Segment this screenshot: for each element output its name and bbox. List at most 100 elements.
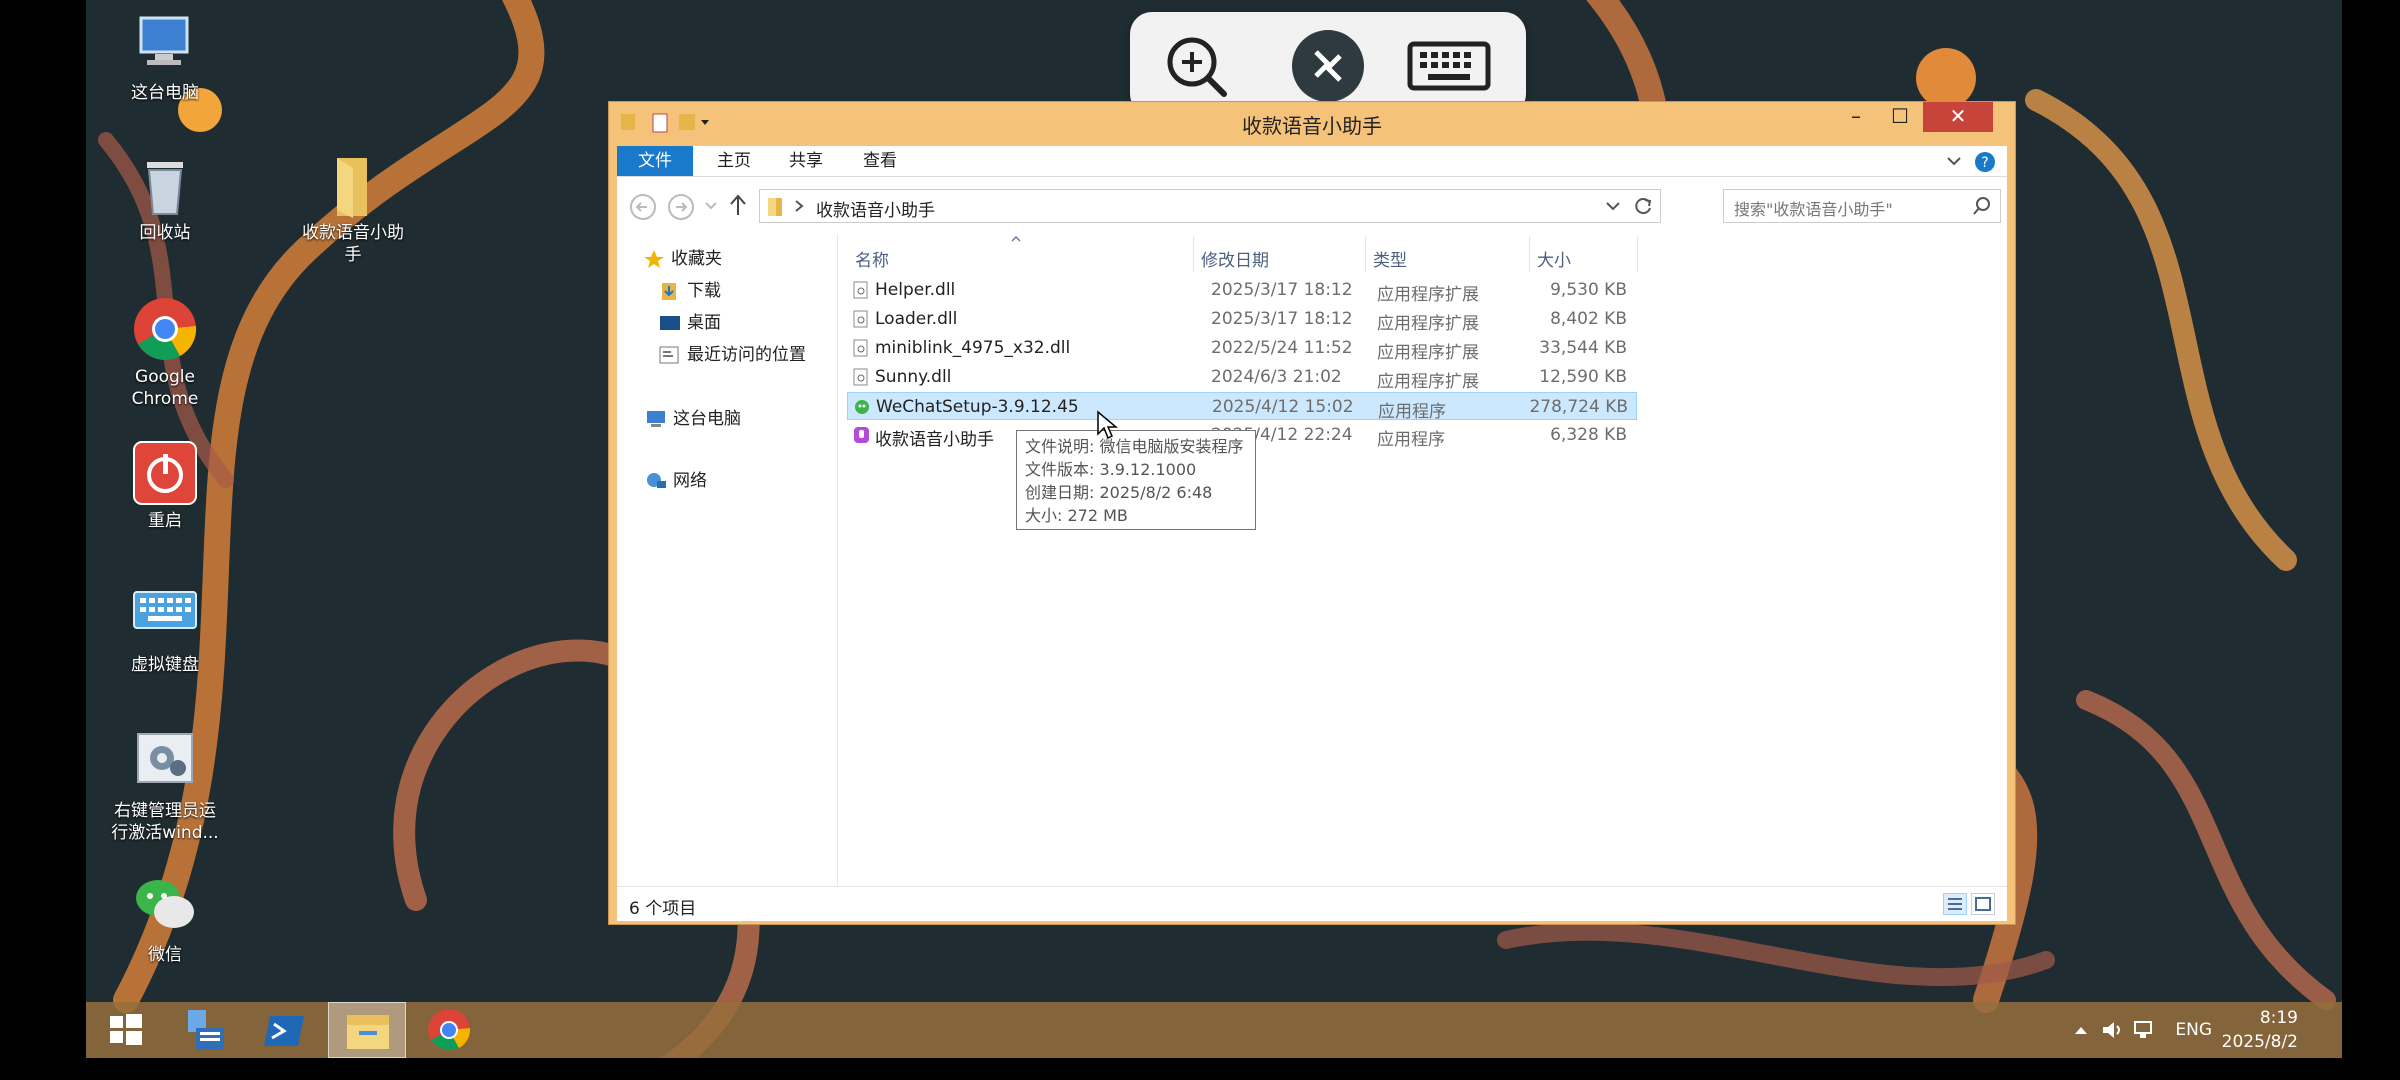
address-path: 收款语音小助手 <box>816 201 935 221</box>
file-name: Sunny.dll <box>875 367 952 387</box>
item-count: 6 个项目 <box>629 899 697 919</box>
app-file-icon <box>854 427 869 443</box>
volume-icon[interactable] <box>2100 1018 2124 1042</box>
file-name: 收款语音小助手 <box>875 430 994 450</box>
file-type: 应用程序扩展 <box>1377 343 1479 363</box>
file-type: 应用程序 <box>1377 430 1445 450</box>
ribbon-expand-icon[interactable] <box>1947 156 1961 166</box>
column-header-name[interactable]: 名称 <box>855 246 889 271</box>
powershell-icon <box>264 1016 304 1046</box>
dll-file-icon <box>853 281 868 299</box>
desktop: 这台电脑 回收站 收款语音小助手 Google Chrome 重启 虚拟键盘 右… <box>86 0 2342 1058</box>
show-hidden-icons-icon[interactable] <box>2074 1024 2088 1036</box>
help-icon[interactable]: ? <box>1975 152 1995 172</box>
tab-view[interactable]: 查看 <box>849 146 911 176</box>
desktop-icon-label: 右键管理员运行激活wind... <box>111 801 219 843</box>
power-icon <box>132 440 198 506</box>
desktop-icon-wechat[interactable]: 微信 <box>110 874 220 966</box>
gear-icon <box>132 730 198 796</box>
column-divider[interactable] <box>1637 236 1638 272</box>
column-header-date[interactable]: 修改日期 <box>1201 246 1269 271</box>
desktop-icon-folder[interactable]: 收款语音小助手 <box>298 152 408 266</box>
nav-item-desktop[interactable]: 桌面 <box>659 310 721 336</box>
file-type: 应用程序扩展 <box>1377 285 1479 305</box>
file-row[interactable]: miniblink_4975_x32.dll 2022/5/24 11:52 应… <box>847 334 1637 363</box>
refresh-icon[interactable] <box>1632 195 1654 217</box>
chevron-right-icon[interactable] <box>794 200 804 212</box>
file-tooltip: 文件说明: 微信电脑版安装程序 文件版本: 3.9.12.1000 创建日期: … <box>1016 430 1256 530</box>
file-type: 应用程序扩展 <box>1377 372 1479 392</box>
file-size: 9,530 KB <box>1550 280 1627 300</box>
start-button[interactable] <box>86 1002 164 1058</box>
remote-connect-icon[interactable] <box>1292 30 1364 102</box>
file-size: 8,402 KB <box>1550 309 1627 329</box>
taskbar-file-explorer[interactable] <box>328 1002 406 1058</box>
mouse-cursor-icon <box>1097 410 1118 440</box>
keyboard-icon[interactable] <box>1406 30 1492 102</box>
desktop-icon-label: 收款语音小助手 <box>302 223 404 265</box>
desktop-icon-restart[interactable]: 重启 <box>110 440 220 532</box>
wechat-installer-icon <box>855 400 869 414</box>
column-header-type[interactable]: 类型 <box>1373 246 1407 271</box>
file-row[interactable]: Sunny.dll 2024/6/3 21:02 应用程序扩展 12,590 K… <box>847 363 1637 392</box>
column-divider[interactable] <box>1529 236 1530 272</box>
close-button[interactable]: ✕ <box>1923 102 1993 132</box>
nav-item-favorites[interactable]: 收藏夹 <box>643 246 722 272</box>
zoom-in-icon[interactable] <box>1160 30 1232 102</box>
recent-places-icon <box>659 346 679 364</box>
recent-locations-icon[interactable] <box>705 201 717 211</box>
column-header-size[interactable]: 大小 <box>1537 246 1571 271</box>
file-date: 2025/3/17 18:12 <box>1211 280 1353 300</box>
tab-home[interactable]: 主页 <box>703 146 765 176</box>
desktop-icon-virtual-keyboard[interactable]: 虚拟键盘 <box>110 584 220 676</box>
up-icon[interactable] <box>727 193 749 217</box>
address-dropdown-icon[interactable] <box>1606 201 1620 211</box>
column-divider[interactable] <box>1365 236 1366 272</box>
dll-file-icon <box>853 339 868 357</box>
chrome-icon <box>428 1009 471 1051</box>
clock-date[interactable]: 2025/8/2 <box>2222 1032 2298 1052</box>
nav-item-recent[interactable]: 最近访问的位置 <box>659 342 806 368</box>
tab-share[interactable]: 共享 <box>775 146 837 176</box>
forward-icon[interactable] <box>667 193 695 221</box>
nav-label: 收藏夹 <box>671 249 722 269</box>
taskbar-server-manager[interactable] <box>166 1002 244 1058</box>
file-row[interactable]: Loader.dll 2025/3/17 18:12 应用程序扩展 8,402 … <box>847 305 1637 334</box>
nav-item-downloads[interactable]: 下载 <box>659 278 721 304</box>
minimize-button[interactable]: – <box>1835 102 1877 132</box>
search-icon[interactable] <box>1972 196 1992 216</box>
desktop-icon-chrome[interactable]: Google Chrome <box>110 296 220 410</box>
desktop-icon-activate-script[interactable]: 右键管理员运行激活wind... <box>110 730 220 844</box>
nav-label: 下载 <box>687 281 721 301</box>
file-date: 2022/5/24 11:52 <box>1211 338 1353 358</box>
file-size: 278,724 KB <box>1529 397 1628 417</box>
details-view-icon <box>1948 898 1962 910</box>
title-bar[interactable]: 收款语音小助手 – ☐ ✕ <box>609 102 2015 142</box>
desktop-icon <box>660 316 680 330</box>
file-row-selected[interactable]: WeChatSetup-3.9.12.45 2025/4/12 15:02 应用… <box>847 392 1637 422</box>
address-bar[interactable]: 收款语音小助手 <box>759 189 1661 223</box>
search-input[interactable]: 搜索"收款语音小助手" <box>1723 189 2001 223</box>
desktop-icon-label: 虚拟键盘 <box>131 655 199 675</box>
desktop-icon-recycle-bin[interactable]: 回收站 <box>110 152 220 244</box>
taskbar-powershell[interactable] <box>246 1002 324 1058</box>
input-language[interactable]: ENG <box>2175 1020 2212 1040</box>
network-status-icon[interactable] <box>2132 1018 2156 1042</box>
clock-time[interactable]: 8:19 <box>2260 1008 2298 1028</box>
nav-item-this-pc[interactable]: 这台电脑 <box>645 406 741 432</box>
details-view-button[interactable] <box>1943 893 1967 915</box>
maximize-button[interactable]: ☐ <box>1879 102 1921 132</box>
explorer-window: 收款语音小助手 – ☐ ✕ 文件 主页 共享 查看 ? 收款语音小助手 搜索"收… <box>608 101 2016 925</box>
column-divider[interactable] <box>1193 236 1194 272</box>
tab-file[interactable]: 文件 <box>617 146 693 176</box>
dll-file-icon <box>853 310 868 328</box>
nav-item-network[interactable]: 网络 <box>645 468 707 494</box>
file-row[interactable]: Helper.dll 2025/3/17 18:12 应用程序扩展 9,530 … <box>847 276 1637 305</box>
back-icon[interactable] <box>629 193 657 221</box>
tooltip-created: 创建日期: 2025/8/2 6:48 <box>1025 483 1213 502</box>
desktop-icon-label: 这台电脑 <box>131 83 199 103</box>
desktop-icon-this-pc[interactable]: 这台电脑 <box>110 12 220 104</box>
wechat-icon <box>132 874 198 940</box>
taskbar-chrome[interactable] <box>410 1002 488 1058</box>
large-icons-view-button[interactable] <box>1971 893 1995 915</box>
